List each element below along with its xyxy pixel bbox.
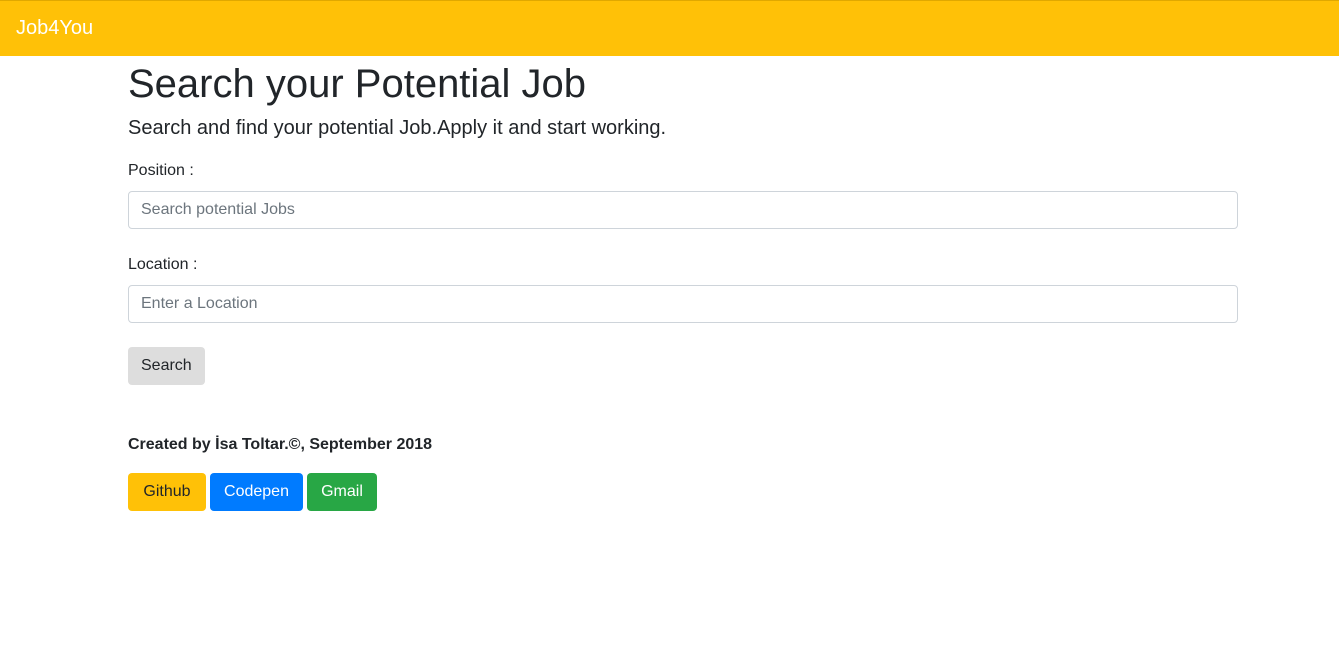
position-input[interactable]	[128, 191, 1238, 229]
codepen-button[interactable]: Codepen	[210, 473, 303, 511]
location-label: Location :	[128, 256, 198, 273]
search-button[interactable]: Search	[128, 347, 205, 385]
page-title: Search your Potential Job	[128, 62, 587, 106]
navbar: Job4You	[0, 0, 1339, 56]
github-button[interactable]: Github	[128, 473, 206, 511]
location-input[interactable]	[128, 285, 1238, 323]
navbar-brand[interactable]: Job4You	[16, 16, 93, 40]
page-subtitle: Search and find your potential Job.Apply…	[128, 117, 667, 139]
credit-text: Created by İsa Toltar.©, September 2018	[128, 436, 433, 453]
position-label: Position :	[128, 162, 194, 179]
gmail-button[interactable]: Gmail	[307, 473, 377, 511]
